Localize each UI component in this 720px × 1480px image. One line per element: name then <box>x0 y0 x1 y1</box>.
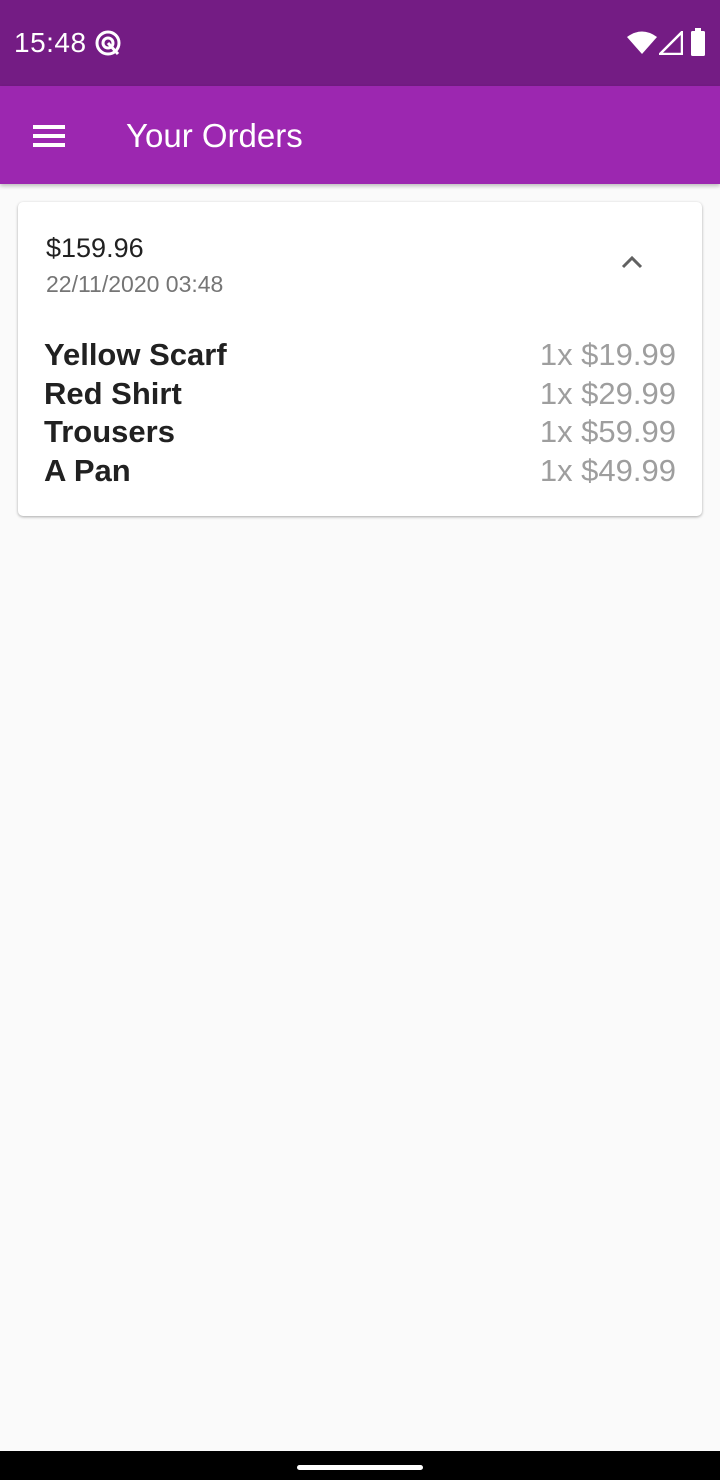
item-name: A Pan <box>44 452 131 488</box>
order-item: A Pan 1x $49.99 <box>44 452 676 491</box>
battery-icon <box>691 28 705 56</box>
item-name: Trousers <box>44 414 175 449</box>
order-items-list: Yellow Scarf 1x $19.99 Red Shirt 1x $29.… <box>44 336 676 490</box>
home-gesture-handle[interactable] <box>297 1465 423 1470</box>
item-quantity-price: 1x $59.99 <box>539 414 676 449</box>
status-time: 15:48 <box>14 27 87 58</box>
navigation-bar <box>0 1451 720 1480</box>
wifi-icon <box>627 31 657 54</box>
screen: 15:48 Your Orders $159.96 22/11/2020 03:… <box>0 0 720 1480</box>
hamburger-menu-icon <box>33 125 65 147</box>
order-item: Red Shirt 1x $29.99 <box>44 375 676 414</box>
page-title: Your Orders <box>126 117 303 154</box>
item-quantity-price: 1x $29.99 <box>539 375 676 411</box>
chevron-up-icon <box>621 255 643 269</box>
item-name: Yellow Scarf <box>44 337 227 372</box>
menu-button[interactable] <box>21 111 77 159</box>
notification-icon <box>95 30 121 56</box>
order-card[interactable]: $159.96 22/11/2020 03:48 Yellow Scarf 1x… <box>18 202 702 516</box>
item-quantity-price: 1x $49.99 <box>539 452 676 488</box>
order-date: 22/11/2020 03:48 <box>46 271 224 297</box>
app-bar: Your Orders <box>0 86 720 184</box>
order-total-amount: $159.96 <box>46 233 144 263</box>
item-name: Red Shirt <box>44 375 182 411</box>
order-item: Yellow Scarf 1x $19.99 <box>44 336 676 375</box>
signal-icon <box>659 31 683 55</box>
collapse-order-button[interactable] <box>608 240 656 288</box>
status-bar: 15:48 <box>0 0 720 86</box>
item-quantity-price: 1x $19.99 <box>539 337 676 372</box>
order-item: Trousers 1x $59.99 <box>44 413 676 452</box>
